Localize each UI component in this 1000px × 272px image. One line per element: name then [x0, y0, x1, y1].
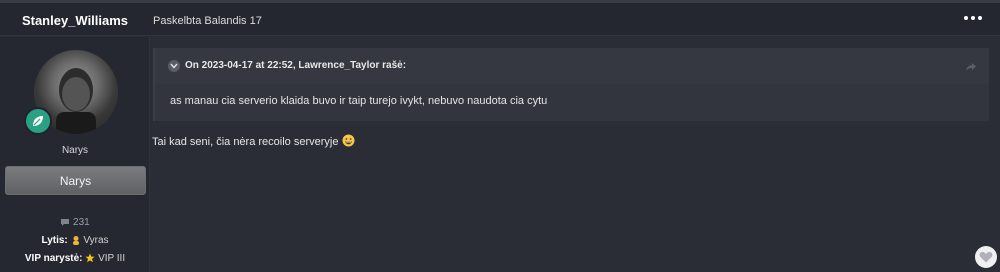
quote-header: On 2023-04-17 at 22:52, Lawrence_Taylor …	[155, 48, 989, 84]
author-sidebar: Narys Narys 231 Lytis: Vyras VIP narystė…	[0, 37, 150, 272]
like-button[interactable]	[975, 246, 997, 268]
post-body-text: Tai kad seni, čia nėra recoilo serveryje	[152, 136, 339, 148]
leaf-icon	[24, 107, 52, 135]
share-arrow-icon[interactable]	[965, 59, 977, 77]
ellipsis-icon	[964, 16, 968, 20]
post-count-value: 231	[73, 217, 90, 228]
quote-citation[interactable]: On 2023-04-17 at 22:52, Lawrence_Taylor …	[185, 60, 406, 71]
post-count: 231	[0, 215, 150, 233]
star-icon	[85, 253, 95, 269]
member-group-banner: Narys	[5, 166, 146, 195]
post-header: Stanley_Williams Paskelbta Balandis 17	[0, 3, 1000, 36]
chevron-down-icon[interactable]	[168, 60, 180, 72]
gender-row: Lytis: Vyras	[0, 233, 150, 251]
member-rank: Narys	[61, 145, 89, 156]
quote-block: On 2023-04-17 at 22:52, Lawrence_Taylor …	[153, 48, 989, 121]
quote-text: as manau cia serverio klaida buvo ir tai…	[170, 95, 548, 107]
vip-label: VIP narystė:	[24, 253, 83, 264]
grinning-emoji-icon	[342, 134, 355, 150]
more-options-button[interactable]	[964, 11, 982, 25]
posted-date: Paskelbta Balandis 17	[153, 15, 262, 27]
gender-label: Lytis:	[41, 235, 68, 246]
member-stats: 231 Lytis: Vyras VIP narystė: VIP III	[0, 215, 150, 269]
heart-icon	[979, 251, 993, 263]
vip-row: VIP narystė: VIP III	[0, 251, 150, 269]
author-name[interactable]: Stanley_Williams	[0, 13, 150, 28]
comment-icon	[60, 217, 70, 233]
gender-value: Vyras	[83, 235, 109, 246]
person-icon	[71, 235, 81, 251]
vip-value: VIP III	[98, 253, 126, 264]
post-body: Tai kad seni, čia nėra recoilo serveryje	[152, 134, 355, 150]
